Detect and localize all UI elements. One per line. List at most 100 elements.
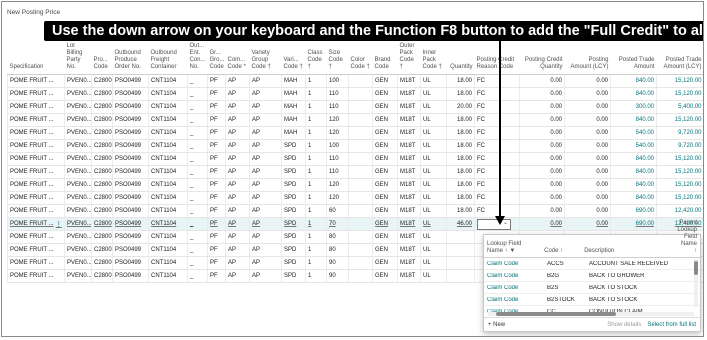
reason-code-input[interactable]: ⌄ xyxy=(477,218,511,230)
trade-amount-cell[interactable]: 300.00 xyxy=(610,100,657,114)
commodity-code-cell[interactable]: AP xyxy=(225,243,250,257)
producer-code-cell[interactable]: C2800 xyxy=(91,100,113,114)
quantity-cell[interactable] xyxy=(446,230,475,244)
table-row[interactable]: POME FRUIT ... PVEN0... C2800 PSO0499 CNT110… xyxy=(7,74,703,88)
lot-billing-party-cell[interactable]: PVEN0... xyxy=(64,269,92,283)
quantity-cell[interactable]: 18.00 xyxy=(446,204,475,218)
freight-container-cell[interactable]: CNT1104 xyxy=(148,165,188,179)
trade-amount-lcy-cell[interactable]: 9,720.00 xyxy=(656,126,703,140)
quantity-cell[interactable] xyxy=(446,256,475,270)
size-code-cell[interactable]: 60 xyxy=(326,204,349,218)
class-code-cell[interactable]: 1 xyxy=(305,269,327,283)
credit-quantity-cell[interactable]: 0.00 xyxy=(519,204,565,218)
row-indicator-cell[interactable] xyxy=(53,100,65,114)
variety-group-cell[interactable]: AP xyxy=(249,100,282,114)
inner-pack-cell[interactable]: UL xyxy=(420,152,447,166)
variety-group-cell[interactable]: AP xyxy=(249,269,282,283)
variety-group-cell[interactable]: AP xyxy=(249,126,282,140)
table-row[interactable]: POME FRUIT ... PVEN0... C2800 PSO0499 CNT110… xyxy=(7,178,703,192)
entry-container-cell[interactable]: _ xyxy=(187,204,208,218)
lot-billing-party-cell[interactable]: PVEN0... xyxy=(64,87,92,101)
inner-pack-cell[interactable]: UL xyxy=(420,230,447,244)
specification-cell[interactable]: POME FRUIT ... xyxy=(7,74,54,88)
column-header[interactable]: Com... Code * xyxy=(225,42,250,75)
class-code-cell[interactable]: 1 xyxy=(305,204,327,218)
grower-code-cell[interactable]: PF xyxy=(207,178,226,192)
table-row[interactable]: POME FRUIT ... PVEN0... C2800 PSO0499 CNT110… xyxy=(7,126,703,140)
specification-cell[interactable]: POME FRUIT ... xyxy=(7,126,54,140)
lot-billing-party-cell[interactable]: PVEN0... xyxy=(64,139,92,153)
class-code-cell[interactable]: 1 xyxy=(305,152,327,166)
color-code-cell[interactable] xyxy=(348,256,373,270)
table-row[interactable]: POME FRUIT ... PVEN0... C2800 PSO0499 CNT110… xyxy=(7,139,703,153)
lookup-vertical-scroll-thumb[interactable] xyxy=(694,261,698,275)
select-full-list-link[interactable]: Select from full list xyxy=(647,322,696,328)
trade-amount-cell[interactable]: 840.00 xyxy=(610,165,657,179)
entry-container-cell[interactable]: _ xyxy=(187,87,208,101)
table-row[interactable]: POME FRUIT ... PVEN0... C2800 PSO0499 CNT110… xyxy=(7,191,703,205)
specification-cell[interactable]: POME FRUIT ... xyxy=(7,217,54,231)
outbound-order-cell[interactable]: PSO0499 xyxy=(112,191,149,205)
column-header[interactable]: Vari... Code † xyxy=(281,42,306,75)
column-header[interactable] xyxy=(53,42,65,75)
outer-pack-cell[interactable]: M18T xyxy=(397,256,421,270)
row-indicator-cell[interactable] xyxy=(53,191,65,205)
entry-container-cell[interactable]: _ xyxy=(187,165,208,179)
trade-amount-cell[interactable]: 690.00 xyxy=(610,217,657,231)
inner-pack-cell[interactable]: UL xyxy=(420,178,447,192)
specification-cell[interactable]: POME FRUIT ... xyxy=(7,230,54,244)
quantity-cell[interactable]: 18.00 xyxy=(446,113,475,127)
variety-group-cell[interactable]: AP xyxy=(249,256,282,270)
color-code-cell[interactable] xyxy=(348,204,373,218)
brand-code-cell[interactable]: GEN xyxy=(372,152,398,166)
entry-container-cell[interactable]: _ xyxy=(187,230,208,244)
outbound-order-cell[interactable]: PSO0499 xyxy=(112,74,149,88)
inner-pack-cell[interactable]: UL xyxy=(420,191,447,205)
grower-code-cell[interactable]: PF xyxy=(207,230,226,244)
inner-pack-cell[interactable]: UL xyxy=(420,100,447,114)
quantity-cell[interactable]: 18.00 xyxy=(446,74,475,88)
class-code-cell[interactable]: 1 xyxy=(305,87,327,101)
outbound-order-cell[interactable]: PSO0499 xyxy=(112,152,149,166)
specification-cell[interactable]: POME FRUIT ... xyxy=(7,243,54,257)
lot-billing-party-cell[interactable]: PVEN0... xyxy=(64,152,92,166)
column-header[interactable]: Posting Amount (LCY) xyxy=(564,42,611,75)
credit-quantity-cell[interactable]: 0.00 xyxy=(519,139,565,153)
lot-billing-party-cell[interactable]: PVEN0... xyxy=(64,165,92,179)
quantity-cell[interactable]: 20.00 xyxy=(446,100,475,114)
trade-amount-lcy-cell[interactable]: 15,120.00 xyxy=(656,191,703,205)
class-code-cell[interactable]: 1 xyxy=(305,230,327,244)
row-actions-icon[interactable]: ⋮ xyxy=(56,222,62,228)
producer-code-cell[interactable]: C2800 xyxy=(91,87,113,101)
trade-amount-cell[interactable]: 840.00 xyxy=(610,178,657,192)
outer-pack-cell[interactable]: M18T xyxy=(397,165,421,179)
brand-code-cell[interactable]: GEN xyxy=(372,139,398,153)
trade-amount-lcy-cell[interactable]: 15,120.00 xyxy=(656,87,703,101)
trade-amount-cell[interactable]: 690.00 xyxy=(610,204,657,218)
class-code-cell[interactable]: 1 xyxy=(305,256,327,270)
color-code-cell[interactable] xyxy=(348,100,373,114)
lot-billing-party-cell[interactable]: PVEN0... xyxy=(64,217,92,231)
brand-code-cell[interactable]: GEN xyxy=(372,113,398,127)
table-row[interactable]: POME FRUIT ... PVEN0... C2800 PSO0499 CNT110… xyxy=(7,165,703,179)
outbound-order-cell[interactable]: PSO0499 xyxy=(112,230,149,244)
row-indicator-cell[interactable] xyxy=(53,165,65,179)
freight-container-cell[interactable]: CNT1104 xyxy=(148,126,188,140)
quantity-cell[interactable]: 46.00 xyxy=(446,217,475,231)
variety-code-cell[interactable]: SPD xyxy=(281,152,306,166)
lot-billing-party-cell[interactable]: PVEN0... xyxy=(64,126,92,140)
quantity-cell[interactable]: 18.00 xyxy=(446,87,475,101)
column-header[interactable]: Inner Pack Code † xyxy=(420,42,447,75)
column-header[interactable]: Variety Group Code † xyxy=(249,42,282,75)
entry-container-cell[interactable]: _ xyxy=(187,269,208,283)
lot-billing-party-cell[interactable]: PVEN0... xyxy=(64,243,92,257)
variety-code-cell[interactable]: SPD xyxy=(281,204,306,218)
credit-quantity-cell[interactable]: 0.00 xyxy=(519,113,565,127)
column-header[interactable]: Size Code † xyxy=(326,42,349,75)
variety-code-cell[interactable]: SPD xyxy=(281,139,306,153)
entry-container-cell[interactable]: _ xyxy=(187,113,208,127)
variety-code-cell[interactable]: SPD xyxy=(281,178,306,192)
outer-pack-cell[interactable]: M18T xyxy=(397,152,421,166)
size-code-cell[interactable]: 80 xyxy=(326,230,349,244)
quantity-cell[interactable] xyxy=(446,243,475,257)
